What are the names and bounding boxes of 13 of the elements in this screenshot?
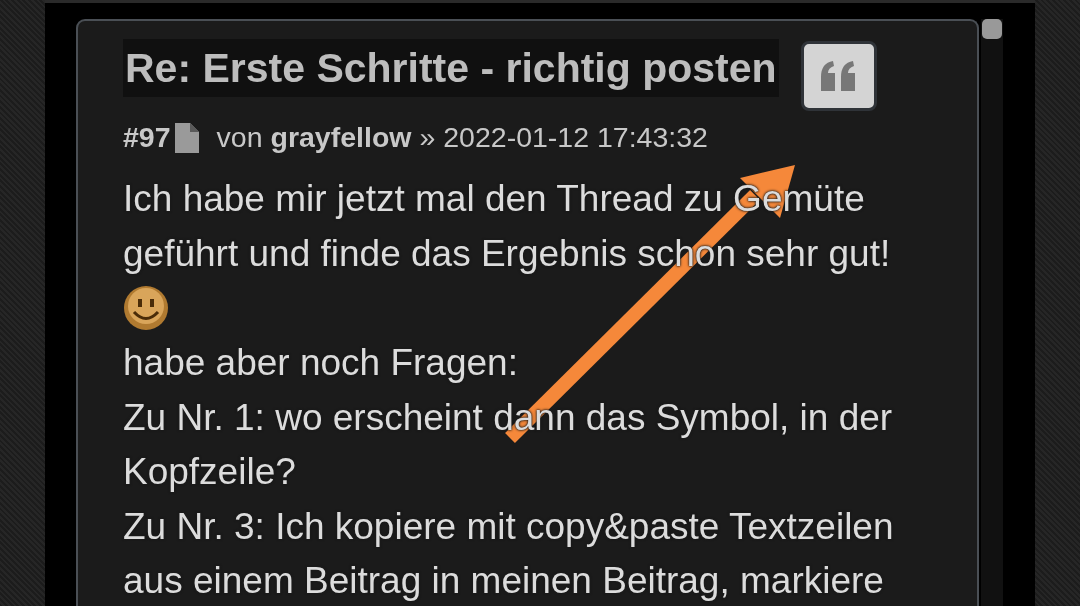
scrollbar-thumb[interactable] <box>982 19 1002 39</box>
post-text-line: Zu Nr. 3: Ich kopiere mit copy&paste Textzeilen <box>123 504 894 549</box>
post-text-line: aus einem Beitrag in meinen Beitrag, markiere <box>123 559 884 603</box>
quote-button[interactable] <box>800 41 877 111</box>
post-text-line: habe aber noch Fragen: <box>123 341 518 385</box>
author-link[interactable]: grayfellow <box>270 121 412 154</box>
post-title: Re: Erste Schritte - richtig posten <box>123 39 779 97</box>
smiley-icon <box>123 285 169 331</box>
timestamp: » 2022-01-12 17:43:32 <box>419 121 708 154</box>
document-icon[interactable] <box>172 122 201 153</box>
by-label: von <box>216 121 263 154</box>
post-number[interactable]: #97 <box>123 121 171 154</box>
post-text-line: Kopfzeile? <box>123 450 296 494</box>
